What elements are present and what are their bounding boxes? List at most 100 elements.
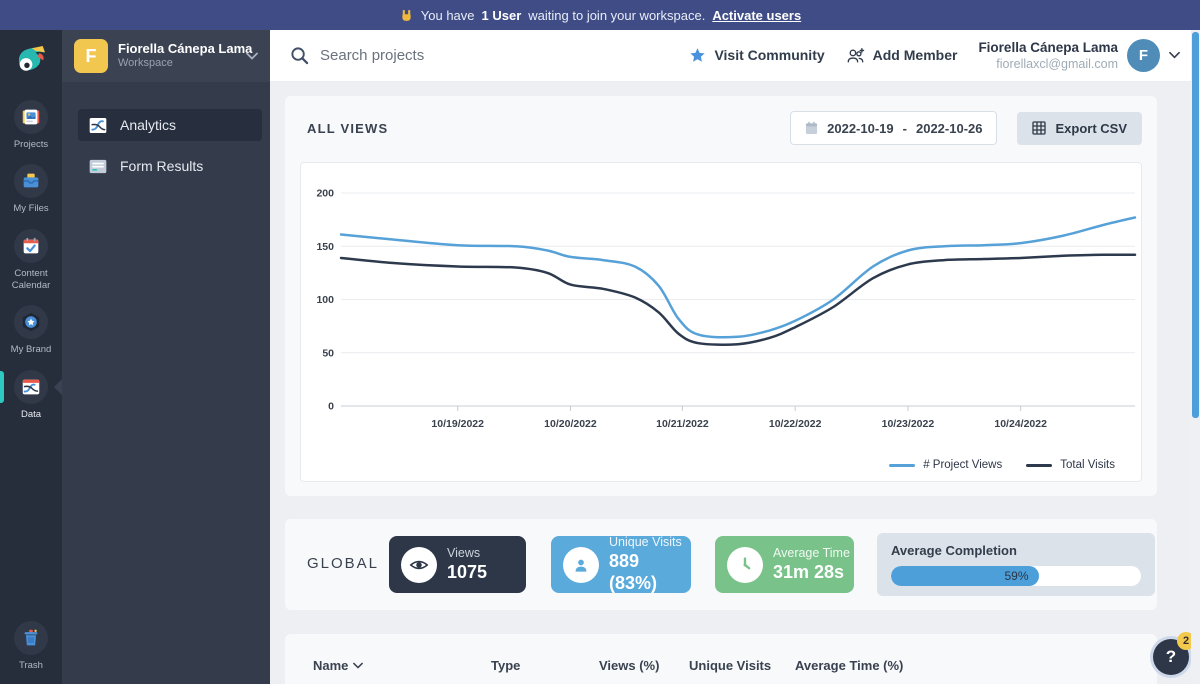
menu-item-label: Form Results [120, 158, 204, 174]
eye-icon [401, 546, 437, 583]
column-header-average-time: Average Time (%) [795, 658, 903, 673]
user-meta: Fiorella Cánepa Lama fiorellaxcl@gmail.c… [978, 39, 1118, 73]
logo-bird-icon [18, 45, 45, 71]
completion-progress-track: 59% [891, 566, 1141, 586]
date-separator: - [902, 120, 907, 136]
results-table-panel: Name Type Views (%) Unique Visits Averag… [285, 634, 1157, 684]
app-logo[interactable] [12, 41, 50, 77]
workspace-meta: Fiorella Cánepa Lama Workspace [118, 41, 252, 71]
views-line-chart: 0 50 100 150 200 10/19/2022 10/20/2022 10/21/20… [316, 188, 1137, 430]
svg-text:10/21/2022: 10/21/2022 [656, 418, 709, 430]
legend-swatch [1026, 463, 1053, 467]
search-input[interactable] [320, 47, 600, 64]
active-indicator [0, 370, 4, 403]
banner-text-pre: You have [420, 7, 475, 23]
global-stats-panel: GLOBAL Views 1075 Unique Visits 889 (83%… [285, 519, 1157, 610]
sidebar-item-my-files[interactable]: My Files [0, 164, 62, 215]
rail-label: Content Calendar [11, 267, 51, 292]
projects-icon [14, 100, 48, 134]
menu-item-form-results[interactable]: Form Results [78, 150, 262, 182]
data-icon [14, 369, 48, 404]
active-caret [54, 378, 62, 395]
visit-community-label: Visit Community [714, 47, 825, 64]
date-range-picker[interactable]: 2022-10-19 - 2022-10-26 [790, 111, 998, 145]
stat-value: 889 (83%) [609, 551, 658, 593]
average-completion-card: Average Completion 59% [877, 533, 1155, 596]
sidebar-item-content-calendar[interactable]: Content Calendar [0, 228, 62, 293]
search-box [290, 46, 600, 65]
completion-label: Average Completion [891, 543, 1017, 558]
svg-text:10/19/2022: 10/19/2022 [431, 418, 484, 430]
legend-entry: Total Visits [1026, 459, 1115, 471]
add-member-icon [846, 47, 865, 64]
user-name: Fiorella Cánepa Lama [978, 39, 1118, 55]
column-label: Unique Visits [689, 658, 772, 673]
trash-icon [14, 620, 48, 655]
menu-item-analytics[interactable]: Analytics [78, 109, 262, 141]
all-views-panel: ALL VIEWS 2022-10-19 - 2022-10-26 Export… [285, 96, 1157, 496]
rail-label: My Files [13, 203, 49, 215]
workspace-type: Workspace [118, 57, 173, 70]
average-time-stat-card: Average Time 31m 28s [715, 536, 854, 593]
views-chart-card: 0 50 100 150 200 10/19/2022 10/20/2022 10/21/20… [300, 162, 1142, 482]
topbar: Visit Community Add Member Fiorella Cáne… [270, 30, 1200, 82]
column-label: Views (%) [599, 658, 660, 673]
legend-swatch [889, 463, 916, 467]
column-label: Name [313, 658, 349, 673]
rail-label: Trash [19, 659, 43, 671]
banner-text-post: waiting to join your workspace. [528, 7, 706, 23]
content-calendar-icon [14, 228, 48, 263]
icon-rail: Projects My Files Content Calendar My Br… [0, 30, 62, 684]
hand-gesture-icon [399, 8, 414, 23]
my-brand-icon [14, 305, 48, 340]
panel-title: ALL VIEWS [307, 120, 389, 136]
rail-label: My Brand [10, 344, 52, 356]
person-icon [563, 546, 599, 583]
menu-item-label: Analytics [120, 117, 177, 133]
scrollbar-thumb[interactable] [1192, 32, 1199, 418]
all-views-header: ALL VIEWS 2022-10-19 - 2022-10-26 Export… [307, 111, 1142, 145]
sidebar-item-data[interactable]: Data [0, 369, 62, 421]
unique-visits-stat-card: Unique Visits 889 (83%) [551, 535, 691, 593]
svg-text:10/22/2022: 10/22/2022 [769, 418, 822, 430]
user-menu[interactable]: Fiorella Cánepa Lama fiorellaxcl@gmail.c… [978, 38, 1180, 73]
avatar: F [1127, 38, 1160, 72]
column-header-name[interactable]: Name [313, 658, 364, 673]
chart-legend: # Project Views Total Visits [889, 459, 1115, 471]
form-results-icon [88, 159, 108, 174]
analytics-icon [88, 117, 108, 134]
global-title: GLOBAL [307, 555, 380, 572]
rail-label: Data [20, 408, 42, 420]
workspace-menu: Analytics Form Results [62, 82, 270, 182]
sidebar-item-projects[interactable]: Projects [0, 100, 62, 151]
svg-text:0: 0 [328, 401, 334, 413]
topbar-actions: Visit Community Add Member Fiorella Cáne… [689, 38, 1180, 73]
export-csv-label: Export CSV [1055, 120, 1127, 136]
user-email: fiorellaxcl@gmail.com [996, 57, 1118, 72]
column-label: Average Time (%) [795, 658, 904, 673]
rail-label: Projects [13, 139, 49, 150]
column-header-unique-visits: Unique Visits [689, 658, 771, 673]
activate-users-link[interactable]: Activate users [712, 8, 801, 23]
chevron-down-icon [246, 52, 258, 60]
question-mark-icon: ? [1165, 647, 1177, 666]
search-icon [290, 46, 309, 65]
svg-text:10/20/2022: 10/20/2022 [544, 418, 597, 430]
add-member-button[interactable]: Add Member [846, 47, 958, 64]
column-header-views: Views (%) [599, 658, 659, 673]
clock-icon [727, 546, 763, 583]
stat-label: Views [447, 546, 481, 561]
add-member-label: Add Member [872, 47, 958, 64]
chevron-down-icon [1169, 51, 1180, 59]
visit-community-button[interactable]: Visit Community [689, 47, 825, 64]
sidebar-item-trash[interactable]: Trash [0, 620, 62, 672]
help-button[interactable]: ? 2 [1153, 632, 1195, 675]
views-stat-card: Views 1075 [389, 536, 526, 593]
sidebar-item-my-brand[interactable]: My Brand [0, 305, 62, 356]
legend-label: Total Visits [1060, 459, 1115, 471]
workspace-avatar: F [74, 39, 108, 73]
workspace-switcher[interactable]: F Fiorella Cánepa Lama Workspace [62, 30, 270, 82]
svg-text:10/24/2022: 10/24/2022 [994, 418, 1047, 430]
export-csv-button[interactable]: Export CSV [1017, 111, 1142, 145]
activation-banner: You have 1 User waiting to join your wor… [0, 0, 1200, 30]
